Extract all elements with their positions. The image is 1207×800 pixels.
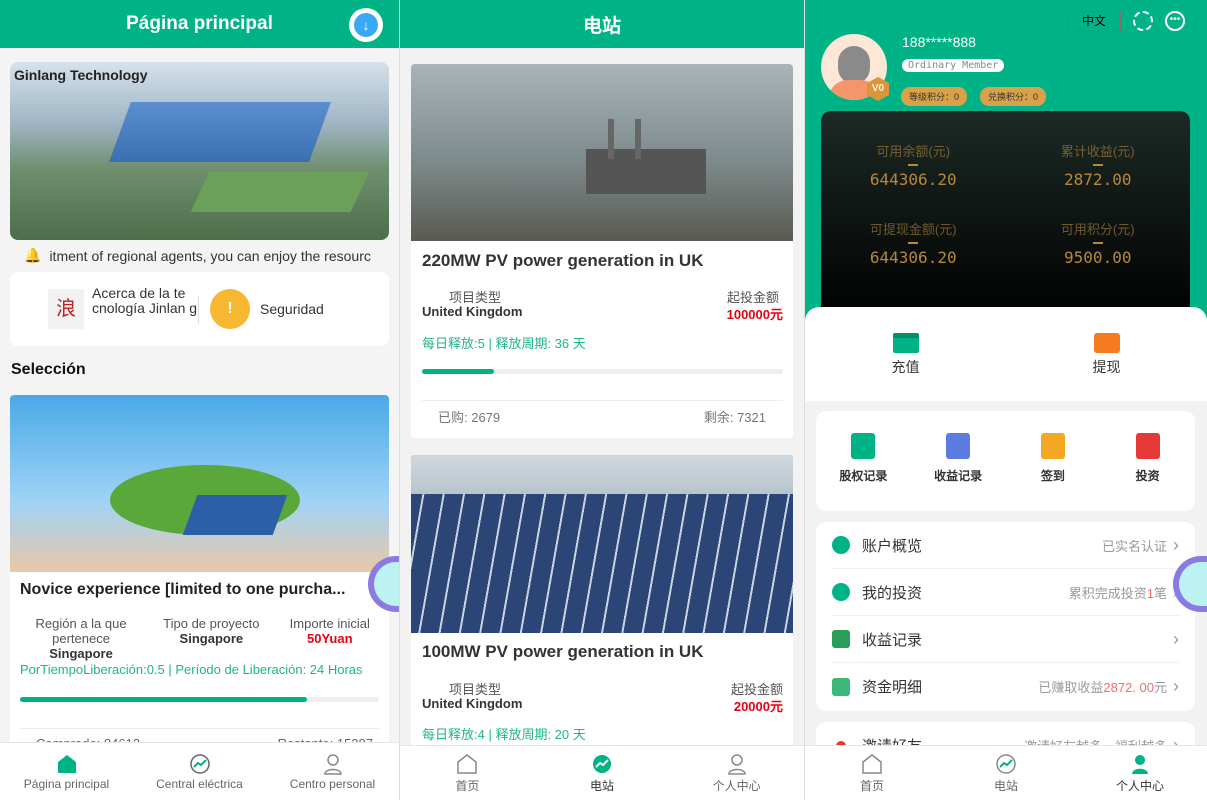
security-link[interactable]: Seguridad <box>260 301 324 317</box>
nav-station[interactable]: Central eléctrica <box>133 753 266 791</box>
shield-icon: ! <box>210 289 250 329</box>
amount-label: Importe inicial <box>289 616 370 631</box>
menu-item[interactable]: 我的投资累积完成投资1笔› <box>832 569 1179 616</box>
amount-value: 50Yuan <box>307 631 353 646</box>
shortcut-icon <box>1040 433 1065 459</box>
nav-home[interactable]: 首页 <box>805 753 939 794</box>
menu-icon <box>832 583 850 601</box>
nav-personal[interactable]: 个人中心 <box>1073 753 1207 794</box>
recharge-button[interactable]: 充值 <box>805 307 1006 401</box>
withdraw-button[interactable]: 提现 <box>1006 307 1207 401</box>
chart-trend-icon <box>189 753 210 774</box>
user-icon <box>1132 754 1148 774</box>
bottom-nav: 首页 电站 个人中心 <box>400 745 804 800</box>
progress-bar <box>422 369 783 374</box>
bottom-nav: 首页 电站 个人中心 <box>805 745 1207 800</box>
shortcut-icon <box>1135 433 1160 459</box>
home-icon <box>57 754 76 773</box>
wallet-icon <box>1093 333 1120 353</box>
chart-trend-icon <box>996 753 1016 774</box>
home-panel: Página principal ↓ Ginlang Technology 🔔 i… <box>0 0 399 800</box>
stat-item: 可用余额(元) 644306.20 <box>869 144 957 189</box>
card-icon <box>892 333 919 353</box>
shortcut-item[interactable]: 签到 <box>1006 411 1101 511</box>
page-title: Página principal <box>126 13 273 34</box>
level-points: 等级积分：0 <box>901 87 968 106</box>
user-icon <box>727 753 746 775</box>
user-icon <box>323 753 342 775</box>
stat-item: 累计收益(元) 2872.00 <box>1060 144 1135 189</box>
language-button[interactable]: 中文 <box>1067 11 1121 32</box>
quick-links: 浪 Acerca de la te cnología Jinlan g ! Se… <box>10 272 389 346</box>
chart-trend-icon <box>593 754 611 773</box>
exchange-points: 兑换积分：0 <box>980 87 1047 106</box>
progress-bar <box>20 697 379 702</box>
phone-number: 188*****888 <box>902 34 976 50</box>
menu-icon <box>832 536 850 554</box>
menu-item[interactable]: 收益记录 › <box>832 616 1179 663</box>
nav-station[interactable]: 电站 <box>939 753 1073 794</box>
station-card[interactable]: 220MW PV power generation in UK 项目类型 Uni… <box>411 64 793 438</box>
station-title: 220MW PV power generation in UK <box>422 251 704 270</box>
menu-icon <box>832 630 850 648</box>
type-value: Singapore <box>179 631 244 646</box>
balance-card: 可用余额(元) 644306.20 累计收益(元) 2872.00 可提现金额(元) 64… <box>821 111 1190 321</box>
product-image <box>10 395 389 572</box>
menu-icon <box>832 677 850 696</box>
banner-caption: Ginlang Technology <box>14 67 148 83</box>
product-card[interactable]: Novice experience [limited to one purcha… <box>10 395 389 755</box>
region-value: Singapore <box>49 646 113 661</box>
menu-card: 账户概览已实名认证›我的投资累积完成投资1笔›收益记录›资金明细已赚取收益287… <box>816 522 1195 711</box>
station-panel: 电站 220MW PV power generation in UK 项目类型 … <box>400 0 804 800</box>
home-icon <box>862 753 882 774</box>
nav-home[interactable]: Página principal <box>0 753 133 791</box>
region-label: Región a la que pertenece <box>35 616 127 646</box>
shortcut-item[interactable]: 投资 <box>1100 411 1195 511</box>
chevron-right-icon: › <box>1173 534 1179 555</box>
release-info: PorTiempoLiberación:0.5 | Período de Lib… <box>20 662 363 677</box>
bell-icon: 🔔 <box>24 247 42 263</box>
menu-item[interactable]: 资金明细 已赚取收益2872. 00元 › <box>832 663 1179 710</box>
product-title: Novice experience [limited to one purcha… <box>20 581 346 598</box>
station-title: 100MW PV power generation in UK <box>422 642 704 661</box>
profile-panel: 中文 ••• V0 188*****888 Ordinary Member 等级… <box>805 0 1207 800</box>
stat-item: 可用积分(元) 9500.00 <box>1060 222 1135 267</box>
station-image <box>411 64 793 241</box>
banner[interactable]: Ginlang Technology <box>10 62 389 240</box>
home-icon <box>457 753 478 774</box>
about-link[interactable]: Acerca de la te cnología Jinlan g <box>92 286 200 316</box>
download-icon[interactable]: ↓ <box>349 8 383 42</box>
action-bar: 充值 提现 <box>805 307 1207 401</box>
chevron-right-icon: › <box>1173 628 1179 649</box>
chat-icon[interactable]: ••• <box>1165 11 1185 31</box>
shortcut-card: 股权记录 收益记录 签到 投资 <box>816 411 1195 511</box>
stat-item: 可提现金额(元) 644306.20 <box>869 222 957 267</box>
shortcut-icon <box>946 433 971 459</box>
bottom-nav: Página principal Central eléctrica Centr… <box>0 742 399 800</box>
member-badge: Ordinary Member <box>902 59 1005 72</box>
shortcut-icon <box>851 433 876 459</box>
jinlang-logo: 浪 <box>48 289 84 329</box>
page-title: 电站 <box>582 15 621 37</box>
type-label: Tipo de proyecto <box>163 616 260 631</box>
menu-item[interactable]: 账户概览 已实名认证 › <box>832 522 1179 569</box>
chevron-right-icon: › <box>1173 676 1179 696</box>
nav-station[interactable]: 电站 <box>535 753 670 794</box>
settings-icon[interactable] <box>1133 11 1153 31</box>
shortcut-item[interactable]: 收益记录 <box>911 411 1006 511</box>
nav-personal[interactable]: Centro personal <box>266 753 399 791</box>
station-card[interactable]: 100MW PV power generation in UK 项目类型 Uni… <box>411 455 793 755</box>
notice-bar[interactable]: 🔔 itment of regional agents, you can enjo… <box>24 247 371 264</box>
station-header: 电站 <box>400 0 804 48</box>
shortcut-item[interactable]: 股权记录 <box>816 411 911 511</box>
nav-home[interactable]: 首页 <box>400 753 535 794</box>
home-header: Página principal ↓ <box>0 0 399 48</box>
section-title: Selección <box>11 361 86 378</box>
station-image <box>411 455 793 633</box>
nav-personal[interactable]: 个人中心 <box>669 753 804 794</box>
